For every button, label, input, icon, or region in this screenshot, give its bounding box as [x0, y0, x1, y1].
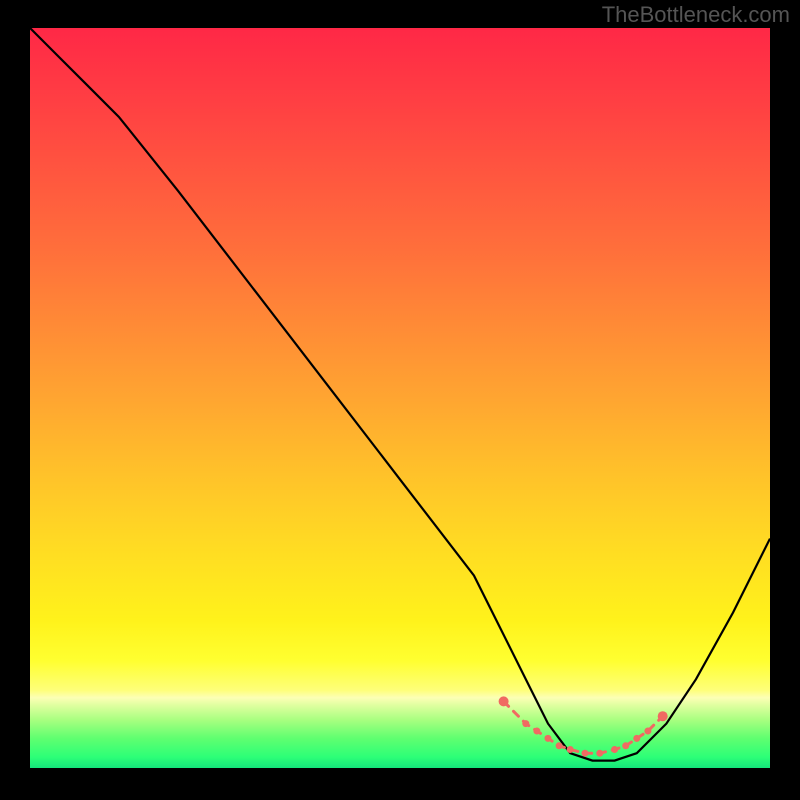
- chart-background: [30, 28, 770, 768]
- chart-container: TheBottleneck.com: [0, 0, 800, 800]
- chart-svg: [30, 28, 770, 768]
- plot-area: [30, 28, 770, 768]
- watermark-text: TheBottleneck.com: [602, 2, 790, 28]
